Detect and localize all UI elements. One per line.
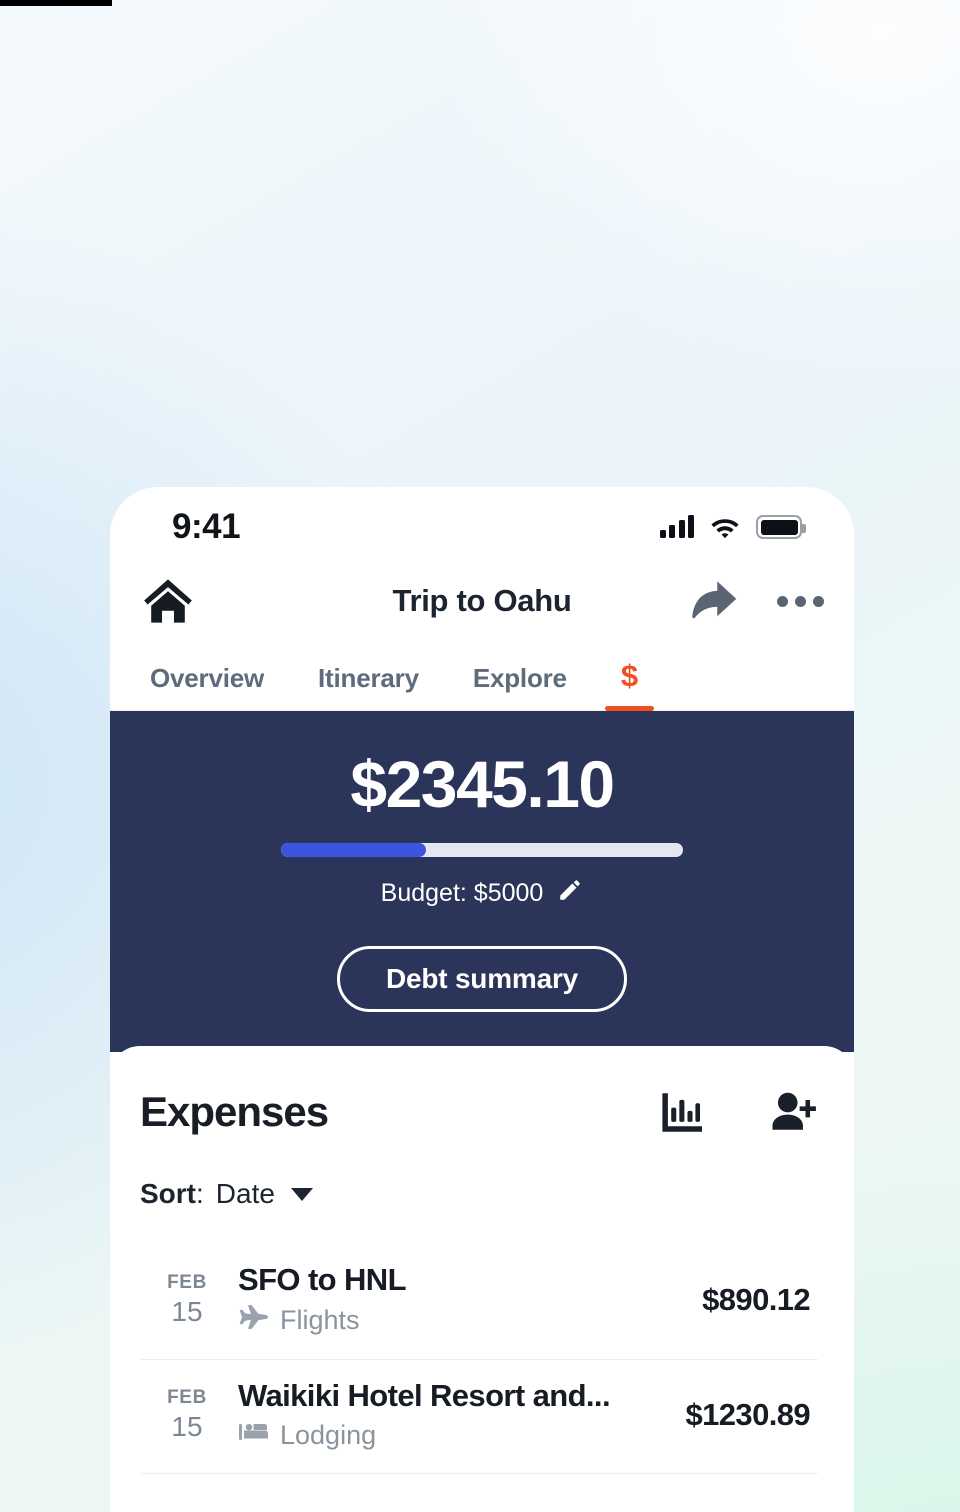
bar-chart-icon[interactable] (658, 1090, 702, 1134)
phone-frame: 9:41 Trip to Oahu Overview Itinerary Exp… (110, 487, 854, 1512)
expense-details: Waikiki Hotel Resort and... Lodging (226, 1378, 666, 1451)
battery-icon (756, 515, 806, 539)
expense-row[interactable]: FEB 15 Waikiki Hotel Resort and... Lodgi… (140, 1360, 818, 1474)
expenses-sheet: Expenses Sort: Date FEB 15 SFO to HNL Fl… (110, 1046, 854, 1512)
budget-row[interactable]: Budget: $5000 (110, 877, 854, 910)
expenses-title: Expenses (140, 1088, 329, 1135)
share-icon[interactable] (689, 579, 739, 623)
expense-day: 15 (171, 1410, 203, 1442)
budget-label: Budget: $5000 (380, 879, 544, 907)
tab-bar: Overview Itinerary Explore $ (110, 643, 854, 711)
cellular-signal-icon (659, 515, 694, 538)
more-options-icon[interactable] (777, 595, 824, 607)
tab-itinerary[interactable]: Itinerary (318, 663, 419, 710)
add-person-icon[interactable] (770, 1090, 818, 1134)
status-bar-clock: 9:41 (172, 507, 241, 546)
budget-progress-fill (281, 843, 426, 857)
expenses-header-actions (658, 1090, 818, 1134)
expense-month: FEB (167, 1386, 207, 1408)
app-nav-bar: Trip to Oahu (110, 559, 854, 643)
budget-progress-bar (281, 843, 683, 857)
pencil-edit-icon[interactable] (557, 877, 583, 910)
tab-expenses[interactable]: $ (604, 658, 654, 711)
page-backdrop: 9:41 Trip to Oahu Overview Itinerary Exp… (0, 0, 960, 1512)
expense-category: Lodging (238, 1420, 666, 1451)
expense-category: Flights (238, 1304, 682, 1337)
expense-category-label: Flights (280, 1305, 360, 1335)
tab-explore[interactable]: Explore (473, 663, 567, 710)
sort-label: Sort: (140, 1178, 204, 1209)
expense-day: 15 (171, 1295, 203, 1327)
sort-control[interactable]: Sort: Date (140, 1178, 818, 1210)
expense-date: FEB 15 (148, 1272, 226, 1328)
status-bar-icons (659, 515, 806, 539)
status-bar: 9:41 (110, 487, 854, 559)
debt-summary-button[interactable]: Debt summary (336, 946, 628, 1012)
expense-list: FEB 15 SFO to HNL Flights $890.12 FEB 15… (140, 1244, 818, 1474)
expense-name: SFO to HNL (238, 1262, 407, 1297)
tab-overview[interactable]: Overview (150, 663, 264, 710)
expense-category-label: Lodging (280, 1420, 377, 1450)
airplane-icon (238, 1304, 268, 1337)
sort-value: Date (215, 1178, 275, 1209)
expenses-header: Expenses (140, 1088, 818, 1136)
expense-row[interactable]: FEB 15 SFO to HNL Flights $890.12 (140, 1244, 818, 1360)
expense-name: Waikiki Hotel Resort and... (238, 1378, 611, 1413)
budget-summary-panel: $2345.10 Budget: $5000 Debt summary (110, 711, 854, 1052)
expense-month: FEB (167, 1271, 207, 1293)
total-spent-amount: $2345.10 (350, 747, 615, 821)
nav-actions (689, 579, 824, 623)
expense-details: SFO to HNL Flights (226, 1262, 682, 1337)
chevron-down-icon[interactable] (290, 1187, 313, 1201)
expense-amount: $1230.89 (685, 1396, 811, 1432)
bed-icon (238, 1420, 268, 1451)
expense-amount: $890.12 (702, 1281, 810, 1317)
home-icon[interactable] (142, 577, 194, 625)
expense-date: FEB 15 (148, 1387, 226, 1443)
wifi-icon (710, 516, 740, 539)
corner-marker (0, 0, 112, 6)
